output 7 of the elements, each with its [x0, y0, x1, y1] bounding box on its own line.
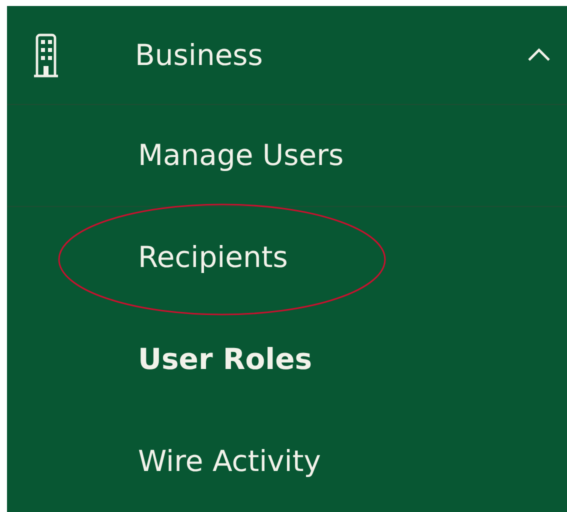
menu-item[interactable]: Recipients: [138, 240, 288, 274]
menu-item[interactable]: User Roles: [138, 342, 312, 376]
building-icon: [33, 32, 59, 78]
menu-item[interactable]: Wire Activity: [138, 444, 321, 478]
menu-item[interactable]: Manage Users: [138, 138, 344, 172]
section-title[interactable]: Business: [135, 38, 527, 72]
chevron-icon[interactable]: [527, 48, 551, 62]
